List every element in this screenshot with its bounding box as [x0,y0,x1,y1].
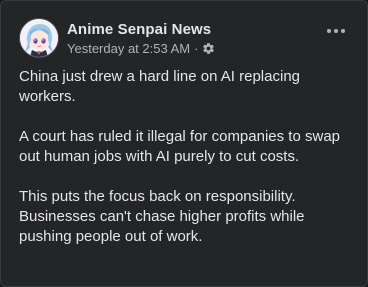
post-paragraph: A court has ruled it illegal for compani… [19,128,340,165]
gear-icon[interactable] [202,42,215,55]
post-paragraph: This puts the focus back on responsibili… [19,188,305,245]
post-card: Anime Senpai News Yesterday at 2:53 AM ·… [0,0,368,287]
post-body: China just drew a hard line on AI replac… [19,67,354,247]
post-timestamp[interactable]: Yesterday at 2:53 AM [67,41,190,57]
anime-character-avatar-icon [20,19,58,57]
avatar[interactable] [19,18,59,58]
more-options-button[interactable] [325,24,347,38]
post-meta: Anime Senpai News Yesterday at 2:53 AM · [67,20,215,57]
post-header: Anime Senpai News Yesterday at 2:53 AM · [19,18,215,58]
separator-dot: · [194,40,199,56]
post-paragraph: China just drew a hard line on AI replac… [19,68,301,105]
page-name-link[interactable]: Anime Senpai News [67,20,215,39]
more-options-icon [327,29,345,33]
post-subline: Yesterday at 2:53 AM · [67,41,215,57]
